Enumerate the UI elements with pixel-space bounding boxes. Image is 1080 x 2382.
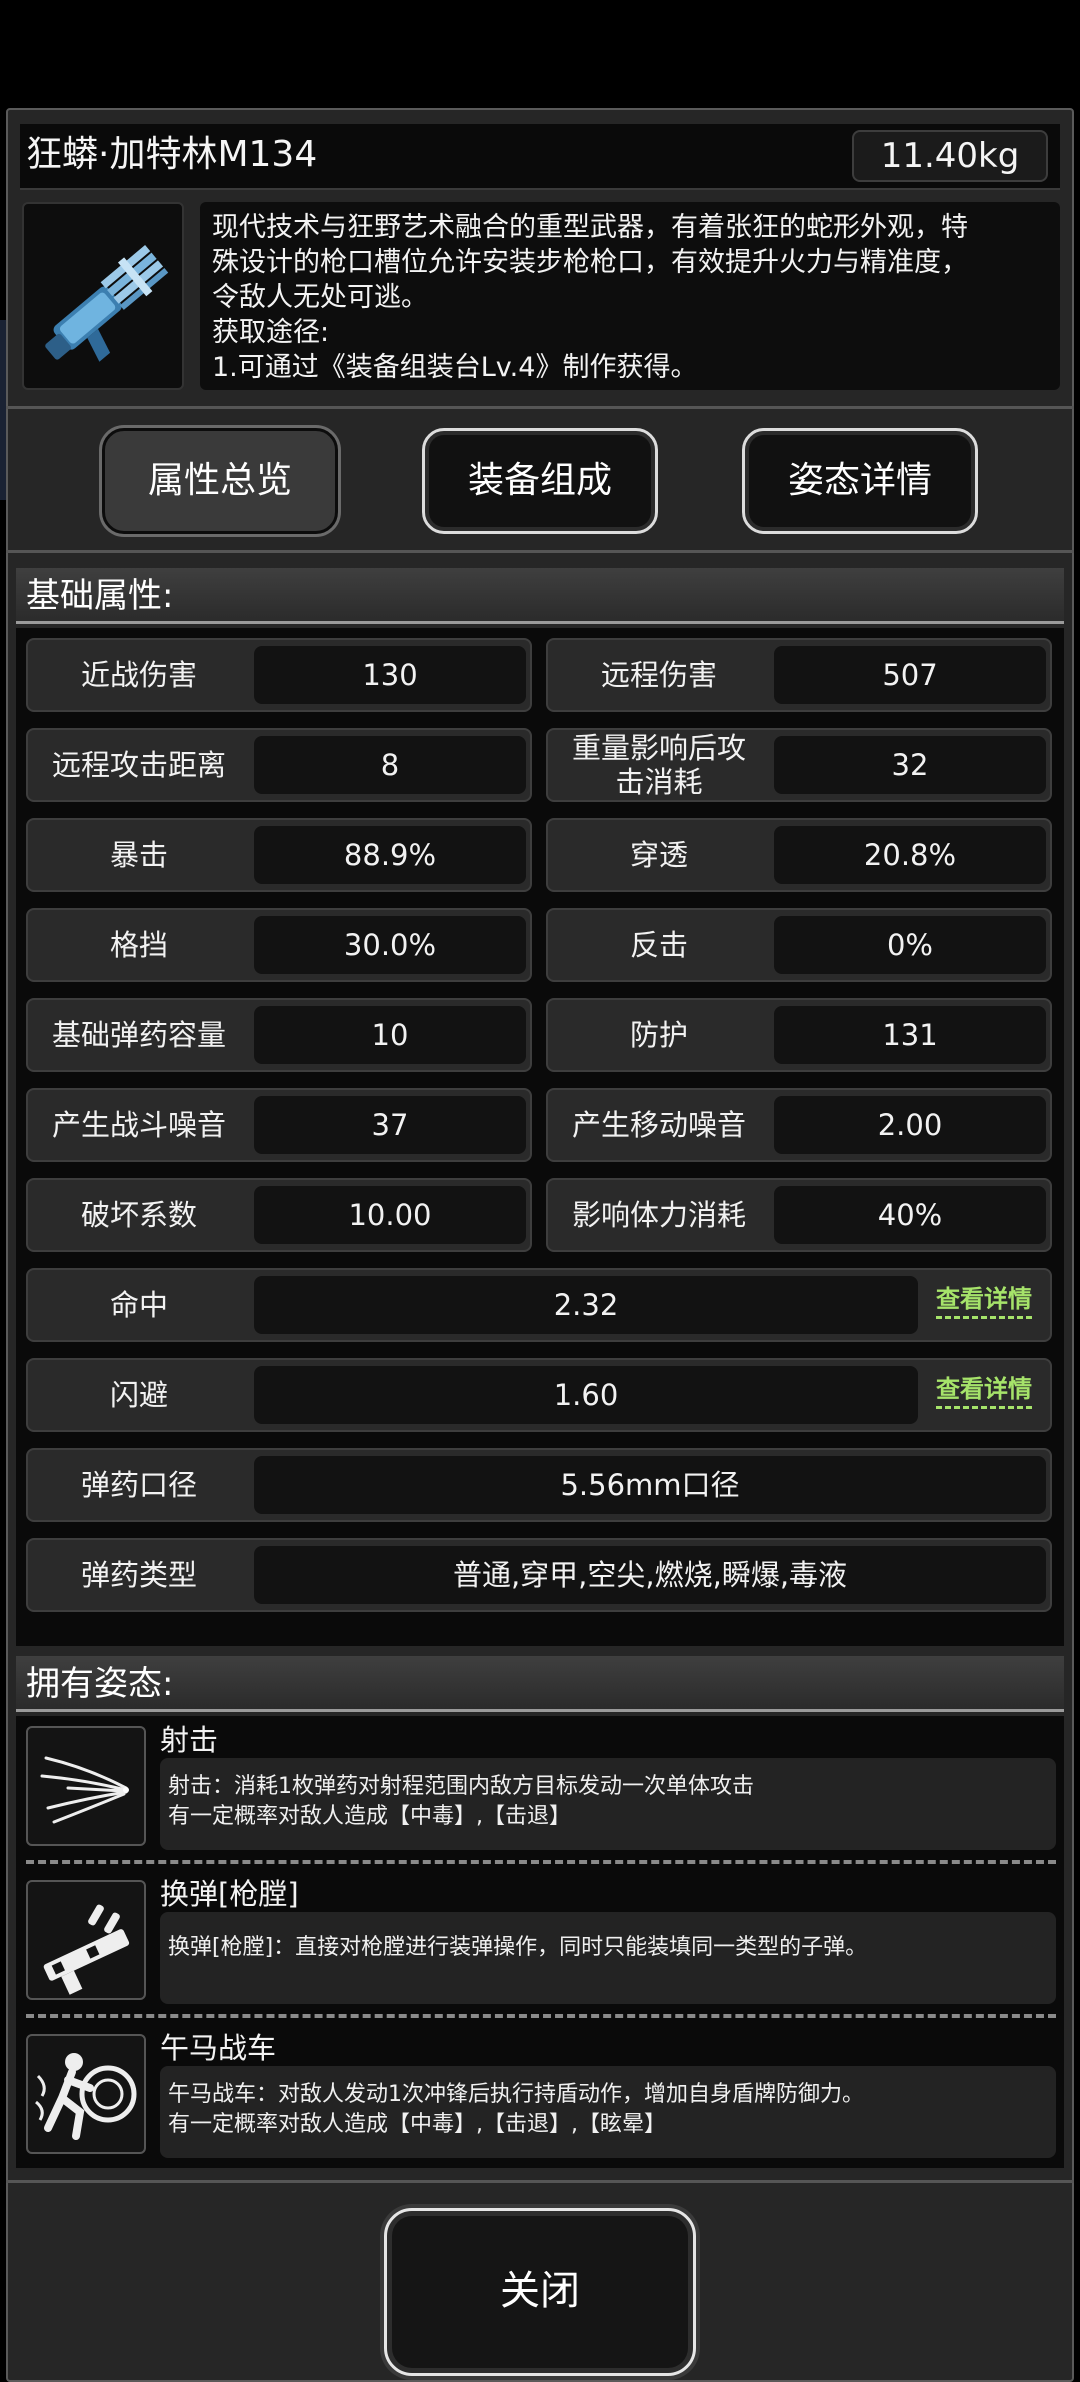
item-name: 狂蟒·加特林M134 xyxy=(26,134,318,175)
stat-value: 10.00 xyxy=(254,1186,526,1244)
shoot-icon[interactable] xyxy=(26,1726,146,1846)
stat-value: 5.56mm口径 xyxy=(254,1456,1046,1514)
stat-hit: 命中 2.32 查看详情 xyxy=(26,1268,1052,1342)
stance-header: 拥有姿态: xyxy=(16,1656,1064,1712)
divider xyxy=(6,550,1074,553)
stat-value: 2.00 xyxy=(774,1096,1046,1154)
stat-value: 37 xyxy=(254,1096,526,1154)
description-line: 获取途径: xyxy=(212,317,330,348)
stance-separator xyxy=(26,2014,1056,2018)
stat-label: 反击 xyxy=(629,928,688,962)
stat-label: 防护 xyxy=(629,1018,688,1052)
stat-value: 40% xyxy=(774,1186,1046,1244)
stance-title: 换弹[枪膛] xyxy=(160,1877,299,1911)
stat-melee-damage: 近战伤害 130 xyxy=(26,638,532,712)
stance-description: 午马战车：对敌人发动1次冲锋后执行持盾动作，增加自身盾牌防御力。 有一定概率对敌… xyxy=(160,2066,1056,2158)
stat-block: 格挡 30.0% xyxy=(26,908,532,982)
description-line: 现代技术与狂野艺术融合的重型武器，有着张狂的蛇形外观，特 xyxy=(212,212,968,243)
stance-desc-line: 射击：消耗1枚弹药对射程范围内敌方目标发动一次单体攻击 xyxy=(168,1774,754,1799)
stance-desc-line: 午马战车：对敌人发动1次冲锋后执行持盾动作，增加自身盾牌防御力。 xyxy=(168,2082,864,2107)
stat-stamina-cost: 影响体力消耗 40% xyxy=(546,1178,1052,1252)
stat-value: 88.9% xyxy=(254,826,526,884)
stat-label: 格挡 xyxy=(109,928,168,962)
stat-label: 弹药口径 xyxy=(80,1468,197,1502)
charge-icon[interactable] xyxy=(26,2034,146,2154)
stat-crit: 暴击 88.9% xyxy=(26,818,532,892)
stat-label: 影响体力消耗 xyxy=(571,1198,746,1232)
stance-title: 射击 xyxy=(160,1723,219,1757)
item-image xyxy=(22,202,184,390)
stat-value: 1.60 xyxy=(254,1366,918,1424)
basic-attributes-header: 基础属性: xyxy=(16,568,1064,624)
stat-value: 2.32 xyxy=(254,1276,918,1334)
stat-ranged-damage: 远程伤害 507 xyxy=(546,638,1052,712)
stance-description: 射击：消耗1枚弹药对射程范围内敌方目标发动一次单体攻击 有一定概率对敌人造成【中… xyxy=(160,1758,1056,1850)
stat-move-noise: 产生移动噪音 2.00 xyxy=(546,1088,1052,1162)
tab-attributes-overview[interactable]: 属性总览 xyxy=(102,428,338,534)
stance-title: 午马战车 xyxy=(160,2031,277,2065)
divider xyxy=(6,406,1074,409)
stat-value: 130 xyxy=(254,646,526,704)
item-description: 现代技术与狂野艺术融合的重型武器，有着张狂的蛇形外观，特 殊设计的枪口槽位允许安… xyxy=(200,202,1060,390)
stat-label: 产生移动噪音 xyxy=(571,1108,746,1142)
description-line: 殊设计的枪口槽位允许安装步枪枪口，有效提升火力与精准度， xyxy=(212,247,968,278)
stat-value: 131 xyxy=(774,1006,1046,1064)
item-header: 狂蟒·加特林M134 11.40kg xyxy=(20,124,1060,190)
stance-desc-line: 换弹[枪膛]：直接对枪膛进行装弹操作，同时只能装填同一类型的子弹。 xyxy=(168,1935,868,1960)
stat-value: 30.0% xyxy=(254,916,526,974)
description-line: 1.可通过《装备组装台Lv.4》制作获得。 xyxy=(212,352,698,383)
gatling-icon xyxy=(45,245,169,362)
stat-counter: 反击 0% xyxy=(546,908,1052,982)
stat-label: 远程伤害 xyxy=(600,658,717,692)
stat-label: 基础弹药容量 xyxy=(51,1018,226,1052)
stat-value: 20.8% xyxy=(774,826,1046,884)
stat-combat-noise: 产生战斗噪音 37 xyxy=(26,1088,532,1162)
divider xyxy=(6,2180,1074,2183)
stat-ammo-types: 弹药类型 普通,穿甲,空尖,燃烧,瞬爆,毒液 xyxy=(26,1538,1052,1612)
stat-value: 0% xyxy=(774,916,1046,974)
stat-ammo-capacity: 基础弹药容量 10 xyxy=(26,998,532,1072)
stat-label: 近战伤害 xyxy=(80,658,197,692)
stat-value: 普通,穿甲,空尖,燃烧,瞬爆,毒液 xyxy=(254,1546,1046,1604)
stat-label: 破坏系数 xyxy=(80,1198,197,1232)
tab-stance-details[interactable]: 姿态详情 xyxy=(742,428,978,534)
item-weight: 11.40kg xyxy=(852,130,1048,182)
stat-label: 弹药类型 xyxy=(80,1558,197,1592)
tab-equipment-composition[interactable]: 装备组成 xyxy=(422,428,658,534)
status-bar-area xyxy=(0,0,1080,108)
stance-list: 射击 射击：消耗1枚弹药对射程范围内敌方目标发动一次单体攻击 有一定概率对敌人造… xyxy=(16,1716,1064,2168)
stat-value: 10 xyxy=(254,1006,526,1064)
reload-icon[interactable] xyxy=(26,1880,146,2000)
stat-label: 命中 xyxy=(109,1288,168,1322)
stat-ranged-distance: 远程攻击距离 8 xyxy=(26,728,532,802)
stat-label: 闪避 xyxy=(109,1378,168,1412)
stat-label: 暴击 xyxy=(109,838,168,872)
close-button[interactable]: 关闭 xyxy=(384,2208,696,2376)
stance-separator xyxy=(26,1860,1056,1864)
stat-value: 32 xyxy=(774,736,1046,794)
stat-label: 远程攻击距离 xyxy=(51,748,226,782)
stance-desc-line: 有一定概率对敌人造成【中毒】,【击退】 xyxy=(168,1804,571,1829)
stance-description: 换弹[枪膛]：直接对枪膛进行装弹操作，同时只能装填同一类型的子弹。 xyxy=(160,1912,1056,2004)
stat-label: 重量影响后攻击消耗 xyxy=(571,731,746,799)
stat-weight-attack-cost: 重量影响后攻击消耗 32 xyxy=(546,728,1052,802)
stat-caliber: 弹药口径 5.56mm口径 xyxy=(26,1448,1052,1522)
stat-value: 8 xyxy=(254,736,526,794)
stat-value: 507 xyxy=(774,646,1046,704)
stat-label: 产生战斗噪音 xyxy=(51,1108,226,1142)
hit-detail-link[interactable]: 查看详情 xyxy=(936,1284,1032,1319)
dodge-detail-link[interactable]: 查看详情 xyxy=(936,1374,1032,1409)
stance-desc-line: 有一定概率对敌人造成【中毒】,【击退】,【眩晕】 xyxy=(168,2112,666,2137)
stat-destroy-coefficient: 破坏系数 10.00 xyxy=(26,1178,532,1252)
stat-penetrate: 穿透 20.8% xyxy=(546,818,1052,892)
stat-dodge: 闪避 1.60 查看详情 xyxy=(26,1358,1052,1432)
description-line: 令敌人无处可逃。 xyxy=(212,282,428,313)
stat-label: 穿透 xyxy=(629,838,688,872)
stat-defense: 防护 131 xyxy=(546,998,1052,1072)
